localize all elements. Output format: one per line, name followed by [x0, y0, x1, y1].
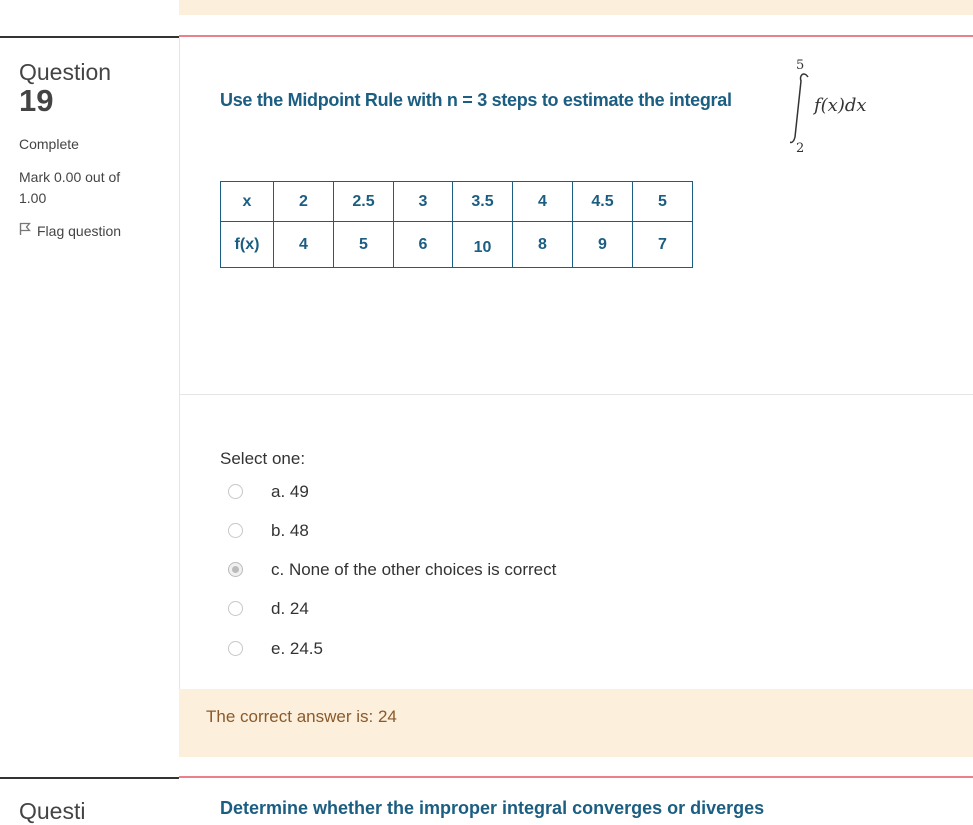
question-text: Use the Midpoint Rule with n = 3 steps t… — [220, 90, 732, 110]
question-divider-right — [179, 776, 973, 778]
table-cell: 8 — [512, 221, 573, 268]
question-divider-left — [0, 36, 179, 38]
option-label: d. 24 — [271, 599, 309, 618]
table-cell: 3.5 — [452, 181, 513, 222]
question-label: Question — [19, 59, 112, 85]
table-cell: 7 — [632, 221, 693, 268]
option-label: c. None of the other choices is correct — [271, 560, 557, 579]
table-cell: 2 — [273, 181, 334, 222]
table-row-x: x 2 2.5 3 3.5 4 4.5 5 — [220, 181, 693, 222]
question-state: Complete — [19, 136, 79, 152]
answer-option-c[interactable]: c. None of the other choices is correct — [228, 560, 556, 579]
radio-button[interactable] — [228, 641, 243, 656]
radio-button-selected[interactable] — [228, 562, 243, 577]
answer-separator — [179, 394, 973, 395]
table-cell: 4 — [273, 221, 334, 268]
table-cell: 6 — [393, 221, 453, 268]
table-cell: 4 — [512, 181, 573, 222]
option-label: b. 48 — [271, 521, 309, 540]
flag-question-link[interactable]: Flag question — [19, 222, 121, 239]
table-row-fx: f(x) 4 5 6 10 8 9 7 — [220, 221, 693, 268]
question-grade: Mark 0.00 out of 1.00 — [19, 169, 121, 206]
question-divider-left — [0, 777, 179, 779]
next-question-label: Questi — [19, 798, 86, 824]
answer-option-e[interactable]: e. 24.5 — [228, 639, 323, 658]
answer-option-a[interactable]: a. 49 — [228, 482, 309, 501]
radio-button[interactable] — [228, 601, 243, 616]
option-label: e. 24.5 — [271, 639, 323, 658]
integral-expression: 5 2 f(x)dx — [788, 55, 910, 156]
radio-button[interactable] — [228, 523, 243, 538]
data-table: x 2 2.5 3 3.5 4 4.5 5 f(x) 4 5 6 10 8 9 … — [220, 181, 693, 268]
correct-answer-text: The correct answer is: 24 — [206, 707, 397, 726]
answer-area-border — [179, 395, 180, 689]
table-cell: 5 — [333, 221, 394, 268]
table-cell: 3 — [393, 181, 453, 222]
previous-question-feedback-strip — [179, 0, 973, 15]
table-cell: 2.5 — [333, 181, 394, 222]
question-number: 19 — [19, 83, 54, 118]
flag-question-label: Flag question — [37, 222, 122, 239]
integrand: f(x)dx — [812, 95, 867, 116]
option-label: a. 49 — [271, 482, 309, 501]
table-cell: 5 — [632, 181, 693, 222]
radio-button[interactable] — [228, 484, 243, 499]
next-question-text: Determine whether the improper integral … — [220, 798, 765, 818]
answer-option-d[interactable]: d. 24 — [228, 599, 309, 618]
table-cell: 9 — [572, 221, 633, 268]
integral-lower-limit: 2 — [796, 141, 804, 155]
table-cell: f(x) — [220, 221, 274, 268]
table-cell: x — [220, 181, 274, 222]
answer-option-b[interactable]: b. 48 — [228, 521, 309, 540]
flag-icon — [19, 222, 31, 239]
integral-upper-limit: 5 — [796, 58, 804, 73]
table-cell: 4.5 — [572, 181, 633, 222]
table-cell: 10 — [452, 221, 513, 268]
select-one-prompt: Select one: — [220, 449, 306, 468]
